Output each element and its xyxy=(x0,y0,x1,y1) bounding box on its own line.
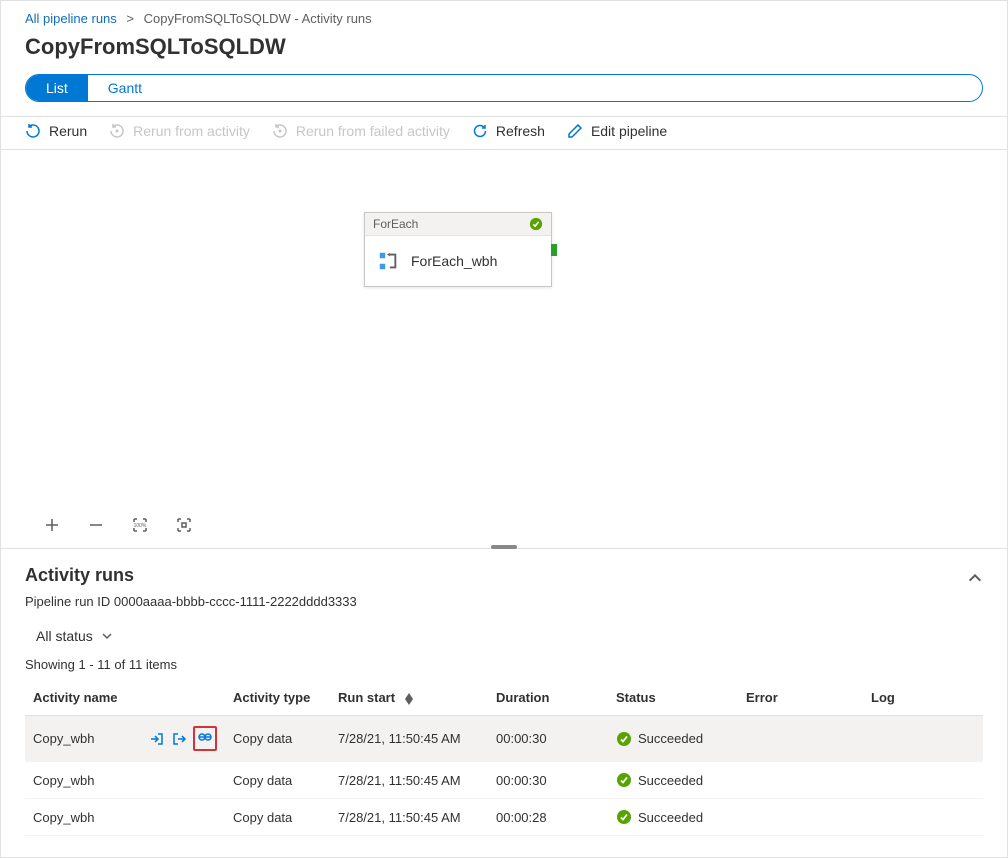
col-log[interactable]: Log xyxy=(863,680,983,716)
rerun-button[interactable]: Rerun xyxy=(25,123,87,139)
page-title: CopyFromSQLToSQLDW xyxy=(25,34,983,60)
input-icon[interactable] xyxy=(149,731,165,747)
zoom-out-button[interactable] xyxy=(87,516,105,534)
pipeline-run-id: Pipeline run ID 0000aaaa-bbbb-cccc-1111-… xyxy=(25,594,983,609)
status-filter-dropdown[interactable]: All status xyxy=(25,623,983,649)
activity-runs-panel: Activity runs Pipeline run ID 0000aaaa-b… xyxy=(1,548,1007,857)
rerun-label: Rerun xyxy=(49,123,87,139)
activity-name-cell: Copy_wbh xyxy=(33,773,94,788)
col-activity-type[interactable]: Activity type xyxy=(225,680,330,716)
activity-runs-title: Activity runs xyxy=(25,565,134,586)
rerun-icon xyxy=(25,123,41,139)
details-icon[interactable] xyxy=(193,726,217,751)
edit-icon xyxy=(567,123,583,139)
activity-type-cell: Copy data xyxy=(225,762,330,799)
error-cell xyxy=(738,762,863,799)
success-icon xyxy=(616,772,632,788)
success-icon xyxy=(529,217,543,231)
edit-label: Edit pipeline xyxy=(591,123,667,139)
output-icon[interactable] xyxy=(171,731,187,747)
run-start-cell: 7/28/21, 11:50:45 AM xyxy=(330,799,488,836)
collapse-panel-button[interactable] xyxy=(967,570,983,586)
table-row[interactable]: Copy_wbh Copy data7/28/21, 11:50:45 AM00:… xyxy=(25,762,983,799)
error-cell xyxy=(738,716,863,762)
view-toggle-gantt[interactable]: Gantt xyxy=(88,75,162,101)
log-cell xyxy=(863,716,983,762)
activity-name-cell: Copy_wbh xyxy=(33,810,94,825)
canvas-toolbar: 100% xyxy=(43,516,193,534)
table-row[interactable]: Copy_wbh Copy data7/28/21, 11:50:45 AM00:… xyxy=(25,716,983,762)
toolbar: Rerun Rerun from activity Rerun from fai… xyxy=(1,116,1007,150)
items-count: Showing 1 - 11 of 11 items xyxy=(25,657,983,672)
run-start-cell: 7/28/21, 11:50:45 AM xyxy=(330,762,488,799)
refresh-button[interactable]: Refresh xyxy=(472,123,545,139)
col-activity-name[interactable]: Activity name xyxy=(25,680,225,716)
activity-runs-table-wrapper[interactable]: Activity name Activity type Run start Du… xyxy=(25,680,983,857)
view-toggle: List Gantt xyxy=(25,74,983,102)
breadcrumb-separator: > xyxy=(120,11,140,26)
output-port[interactable] xyxy=(551,244,557,256)
col-error[interactable]: Error xyxy=(738,680,863,716)
col-status[interactable]: Status xyxy=(608,680,738,716)
duration-cell: 00:00:30 xyxy=(488,762,608,799)
refresh-icon xyxy=(472,123,488,139)
rerun-failed-icon xyxy=(272,123,288,139)
sort-indicator-icon xyxy=(405,693,413,705)
col-duration[interactable]: Duration xyxy=(488,680,608,716)
edit-pipeline-button[interactable]: Edit pipeline xyxy=(567,123,667,139)
rerun-from-failed-button: Rerun from failed activity xyxy=(272,123,450,139)
foreach-icon xyxy=(377,250,399,272)
rerun-from-activity-button: Rerun from activity xyxy=(109,123,250,139)
breadcrumb-current: CopyFromSQLToSQLDW - Activity runs xyxy=(144,11,372,26)
status-cell: Succeeded xyxy=(638,810,703,825)
svg-text:100%: 100% xyxy=(134,523,147,529)
activity-node-body: ForEach_wbh xyxy=(365,236,551,286)
log-cell xyxy=(863,799,983,836)
success-icon xyxy=(616,731,632,747)
status-cell: Succeeded xyxy=(638,731,703,746)
rerun-failed-label: Rerun from failed activity xyxy=(296,123,450,139)
status-filter-label: All status xyxy=(36,628,93,644)
duration-cell: 00:00:28 xyxy=(488,799,608,836)
pipeline-canvas[interactable]: ForEach ForEach_wbh 100% xyxy=(1,150,1007,548)
chevron-down-icon xyxy=(101,630,113,642)
breadcrumb-root-link[interactable]: All pipeline runs xyxy=(25,11,117,26)
breadcrumb: All pipeline runs > CopyFromSQLToSQLDW -… xyxy=(1,1,1007,28)
rerun-activity-label: Rerun from activity xyxy=(133,123,250,139)
log-cell xyxy=(863,762,983,799)
activity-node-type: ForEach xyxy=(373,217,418,231)
table-row[interactable]: Copy_wbh Copy data7/28/21, 11:50:45 AM00:… xyxy=(25,799,983,836)
success-icon xyxy=(616,809,632,825)
error-cell xyxy=(738,799,863,836)
zoom-fit-button[interactable] xyxy=(175,516,193,534)
col-run-start[interactable]: Run start xyxy=(330,680,488,716)
activity-name-cell: Copy_wbh xyxy=(33,731,94,746)
zoom-reset-button[interactable]: 100% xyxy=(131,516,149,534)
foreach-activity-node[interactable]: ForEach ForEach_wbh xyxy=(364,212,552,287)
activity-node-name: ForEach_wbh xyxy=(411,253,497,269)
zoom-in-button[interactable] xyxy=(43,516,61,534)
refresh-label: Refresh xyxy=(496,123,545,139)
activity-runs-table: Activity name Activity type Run start Du… xyxy=(25,680,983,836)
activity-type-cell: Copy data xyxy=(225,716,330,762)
activity-type-cell: Copy data xyxy=(225,799,330,836)
col-run-start-label: Run start xyxy=(338,690,395,705)
view-toggle-list[interactable]: List xyxy=(26,75,88,101)
run-start-cell: 7/28/21, 11:50:45 AM xyxy=(330,716,488,762)
status-cell: Succeeded xyxy=(638,773,703,788)
panel-resize-handle[interactable] xyxy=(491,545,517,549)
duration-cell: 00:00:30 xyxy=(488,716,608,762)
rerun-activity-icon xyxy=(109,123,125,139)
activity-node-header: ForEach xyxy=(365,213,551,236)
